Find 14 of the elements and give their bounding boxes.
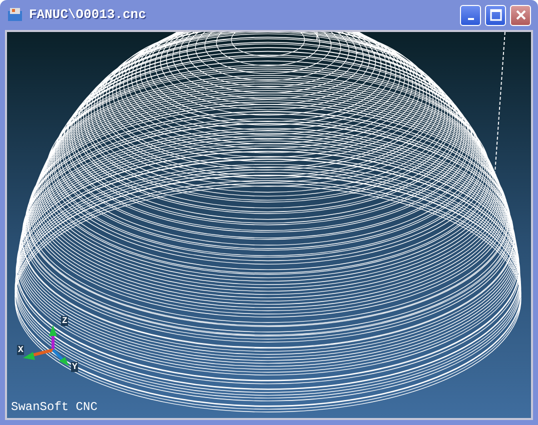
axis-triad-icon: [23, 325, 69, 366]
maximize-icon: [490, 9, 502, 21]
app-icon: [7, 7, 25, 23]
maximize-button[interactable]: [485, 4, 506, 26]
axis-label: Y: [71, 362, 78, 372]
axis-label: Z: [61, 316, 68, 326]
window-title: FANUC\O0013.cnc: [29, 6, 148, 24]
minimize-icon: [468, 18, 474, 20]
close-button[interactable]: [510, 4, 531, 26]
close-icon: [514, 9, 526, 21]
axis-label: X: [17, 345, 24, 355]
minimize-button[interactable]: [460, 4, 481, 26]
viewport-caption: SwanSoft CNC: [11, 400, 98, 414]
path-line: [316, 32, 318, 40]
